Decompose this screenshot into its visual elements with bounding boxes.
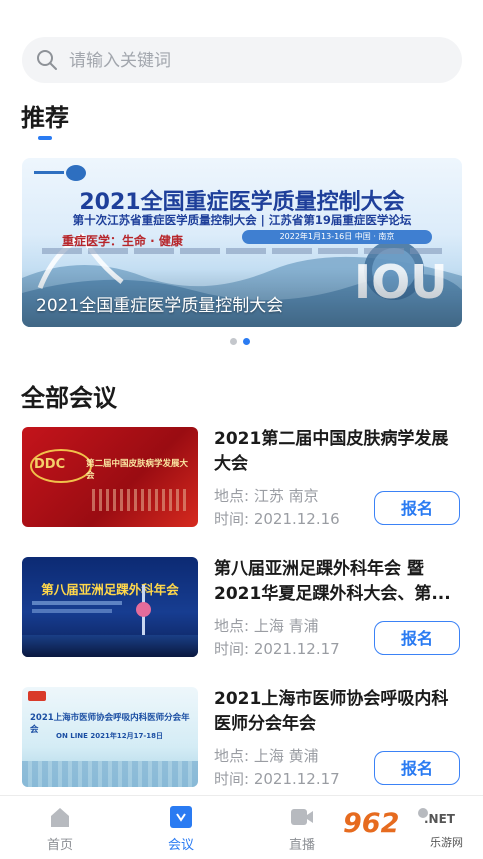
tab-home[interactable]: 首页: [20, 796, 100, 859]
bottom-tab-bar: 首页 会议 直播: [0, 795, 483, 859]
banner-caption: 2021全国重症医学质量控制大会: [36, 296, 284, 316]
home-icon: [51, 808, 69, 827]
thumb-title: 第八届亚洲足踝外科年会: [41, 582, 179, 597]
thumb-badge: ON LINE 2021年12月17-18日: [56, 732, 163, 740]
meeting-icon: [170, 806, 192, 828]
tab-live[interactable]: 直播: [262, 796, 342, 859]
banner-caption-overlay: 2021全国重症医学质量控制大会: [22, 269, 462, 327]
meeting-title[interactable]: 2021第二届中国皮肤病学发展大会: [214, 427, 462, 477]
meeting-thumbnail: 第八届亚洲足踝外科年会: [22, 557, 198, 657]
recommend-heading: 推荐: [21, 104, 69, 132]
watermark-logo: 962: [343, 808, 400, 839]
signup-button[interactable]: 报名: [374, 491, 460, 525]
banner-logo: [34, 165, 86, 181]
meeting-title[interactable]: 第八届亚洲足踝外科年会 暨2021华夏足踝外科大会、第...: [214, 557, 462, 607]
watermark-suffix: .NET: [424, 812, 455, 826]
carousel-dot[interactable]: [243, 338, 250, 345]
signup-button[interactable]: 报名: [374, 621, 460, 655]
meeting-title[interactable]: 2021上海市医师协会呼吸内科医师分会年会: [214, 687, 462, 737]
meeting-location: 地点: 上海 黄浦: [214, 747, 319, 765]
search-icon: [37, 50, 57, 70]
meeting-item[interactable]: 第八届亚洲足踝外科年会 第八届亚洲足踝外科年会 暨2021华夏足踝外科大会、第.…: [22, 557, 462, 658]
signup-button[interactable]: 报名: [374, 751, 460, 785]
meeting-item[interactable]: 2021上海市医师协会呼吸内科医师分会年会 ON LINE 2021年12月17…: [22, 687, 462, 788]
search-input[interactable]: [67, 37, 451, 85]
tab-home-label: 首页: [46, 838, 73, 853]
meeting-location: 地点: 江苏 南京: [214, 487, 319, 505]
meeting-time: 时间: 2021.12.17: [214, 640, 340, 658]
banner-date: 2022年1月13-16日 中国 · 南京: [242, 230, 432, 244]
banner-subheadline: 第十次江苏省重症医学质量控制大会 | 江苏省第19届重症医学论坛: [72, 213, 412, 227]
tab-meeting-label: 会议: [167, 838, 194, 853]
meeting-thumbnail: DDC 第二届中国皮肤病学发展大会: [22, 427, 198, 527]
banner-organizers: [42, 248, 442, 254]
tab-live-label: 直播: [288, 838, 315, 853]
tab-meeting[interactable]: 会议: [141, 796, 221, 859]
heading-underline: [38, 136, 52, 140]
meeting-time: 时间: 2021.12.16: [214, 510, 340, 528]
thumb-badge: DDC: [34, 457, 66, 472]
meeting-location: 地点: 上海 青浦: [214, 617, 319, 635]
watermark-sub: 乐游网: [430, 836, 463, 849]
banner-slogan: 重症医学：生命 · 健康: [62, 234, 183, 248]
thumb-title: 第二届中国皮肤病学发展大会: [86, 459, 189, 481]
meeting-time: 时间: 2021.12.17: [214, 770, 340, 788]
video-camera-icon: [291, 809, 313, 825]
carousel-dot[interactable]: [230, 338, 237, 345]
all-meetings-heading: 全部会议: [21, 384, 117, 412]
meeting-thumbnail: 2021上海市医师协会呼吸内科医师分会年会 ON LINE 2021年12月17…: [22, 687, 198, 787]
search-bar[interactable]: [22, 37, 462, 85]
meeting-item[interactable]: DDC 第二届中国皮肤病学发展大会 2021第二届中国皮肤病学发展大会 地点: …: [22, 427, 462, 528]
recommend-banner[interactable]: IOU 2021全国重症医学质量控制大会 第十次江苏省重症医学质量控制大会 | …: [22, 158, 462, 327]
